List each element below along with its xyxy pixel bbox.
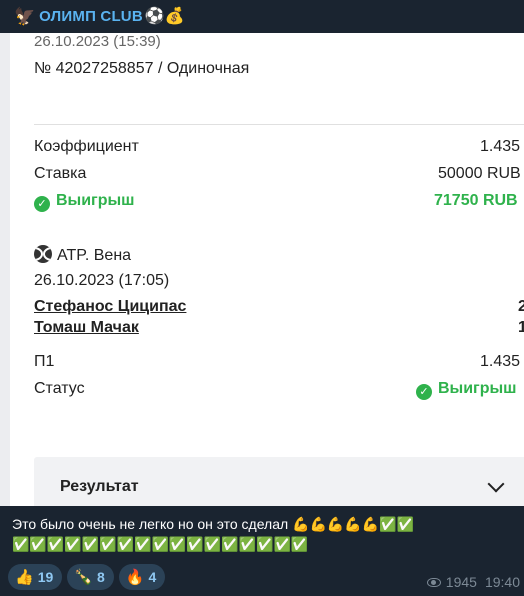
reaction-fire[interactable]: 🔥 4 (118, 564, 166, 590)
player1-name[interactable]: Стефанос Циципас (34, 298, 186, 316)
result-label: Результат (60, 478, 139, 495)
check-circle-icon: ✓ (416, 384, 432, 400)
reaction-count: 19 (37, 569, 54, 585)
reactions-bar: 👍 19 🍾 8 🔥 4 (8, 564, 166, 590)
bet-date: 26.10.2023 (15:39) (34, 33, 161, 50)
fire-icon: 🔥 (125, 569, 145, 586)
event-date: 26.10.2023 (17:05) (34, 272, 170, 289)
bet-card-event: ATP. Вена 26.10.2023 (17:05) Стефанос Ци… (10, 228, 524, 506)
player2-name[interactable]: Томаш Мачак (34, 319, 139, 337)
message-body: Это было очень не легко но он это сделал (12, 516, 289, 532)
market-value: 1.435 (480, 353, 521, 370)
tournament-name: ATP. Вена (57, 247, 132, 264)
reaction-count: 8 (96, 569, 105, 585)
check-circle-icon: ✓ (34, 196, 50, 212)
reaction-thumbs-up[interactable]: 👍 19 (8, 564, 63, 590)
message-time: 19:40 (484, 574, 520, 590)
win-status: ✓ Выигрыш (34, 192, 135, 212)
reaction-champagne[interactable]: 🍾 8 (67, 564, 114, 590)
win-label: Выигрыш (56, 192, 135, 209)
muscle-check-emojis: 💪💪💪💪💪✅✅ (292, 516, 415, 532)
bet-screenshot-image[interactable]: 26.10.2023 (15:39) № 42027258857 / Одино… (0, 33, 524, 506)
message-text: Это было очень не легко но он это сделал… (12, 514, 512, 554)
tournament: ATP. Вена (34, 245, 131, 265)
thumbs-up-icon: 👍 (15, 569, 34, 586)
eye-icon (426, 577, 441, 587)
eagle-icon: 🦅 (14, 7, 36, 26)
check-emojis: ✅✅✅✅✅✅✅✅✅✅✅✅✅✅✅✅✅ (12, 536, 309, 552)
tennis-ball-icon (34, 245, 52, 263)
result-accordion[interactable]: Результат (34, 457, 524, 506)
reaction-count: 4 (148, 569, 157, 585)
status-value: ✓ Выигрыш (416, 380, 517, 400)
stake-value: 50000 RUB (438, 165, 521, 182)
bet-number: № 42027258857 / Одиночная (34, 60, 250, 77)
status-label: Статус (34, 380, 85, 397)
chevron-down-icon[interactable] (487, 475, 505, 493)
payout-value: 71750 RUB (434, 192, 518, 209)
champagne-icon: 🍾 (74, 569, 93, 586)
channel-header[interactable]: 🦅 ОЛИМП CLUB ⚽💰 (0, 0, 524, 33)
bet-card-summary: 26.10.2023 (15:39) № 42027258857 / Одино… (10, 33, 524, 239)
player2-score: 1 (518, 319, 524, 336)
divider (34, 124, 524, 125)
coef-value: 1.435 (480, 138, 521, 155)
ball-money-icon: ⚽💰 (144, 7, 185, 25)
status-win-label: Выигрыш (438, 380, 517, 397)
player1-score: 2 (518, 298, 524, 315)
message-meta: 1945 19:40 (426, 574, 520, 590)
view-count: 1945 (445, 574, 477, 590)
coef-label: Коэффициент (34, 138, 139, 155)
stake-label: Ставка (34, 165, 87, 182)
market-label: П1 (34, 353, 55, 370)
channel-name[interactable]: ОЛИМП CLUB (39, 8, 143, 25)
